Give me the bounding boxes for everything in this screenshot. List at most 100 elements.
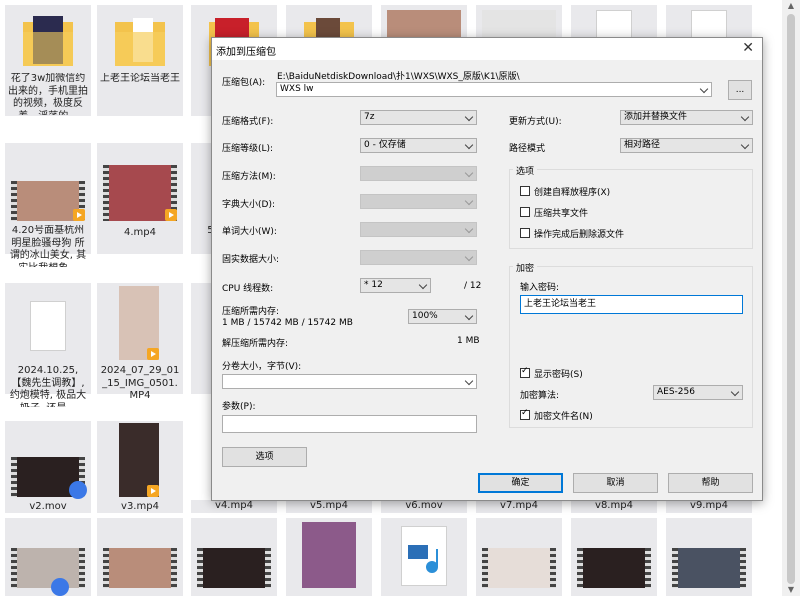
file-name: 4.mp4 <box>124 227 156 238</box>
file-tile[interactable] <box>476 518 562 596</box>
path-mode-label: 路径模式 <box>509 144 546 154</box>
mem-comp-label: 压缩所需内存: <box>222 307 280 317</box>
encryption-method-select[interactable]: AES-256 <box>653 385 743 400</box>
file-name: 2024.10.25, 【魏先生调教】, 约炮模特, 极品大奶子, 还是... <box>9 365 87 407</box>
file-name: 2024_07_29_01_15_IMG_0501.MP4 <box>100 365 180 401</box>
cpu-value: * 12 <box>364 280 383 290</box>
play-badge-icon <box>73 209 85 221</box>
chevron-down-icon <box>464 311 474 321</box>
split-label: 分卷大小，字节(V): <box>222 362 302 372</box>
params-label: 参数(P): <box>222 402 256 412</box>
file-tile[interactable]: 上老王论坛当老王 <box>97 5 183 116</box>
scroll-down-icon[interactable]: ▼ <box>782 584 800 596</box>
video-thumbnail <box>302 522 356 588</box>
browse-button[interactable]: ... <box>728 80 752 100</box>
file-tile[interactable] <box>286 518 372 596</box>
ok-button[interactable]: 确定 <box>478 473 563 493</box>
format-label: 压缩格式(F): <box>222 117 274 127</box>
file-name: 花了3w加微信约出来的，手机里拍的视频，极度反差，淫荡的... <box>8 73 88 115</box>
file-tile[interactable] <box>97 518 183 596</box>
file-tile[interactable]: v7.mp4 <box>476 500 562 513</box>
file-tile[interactable]: v3.mp4 <box>97 421 183 513</box>
cancel-button[interactable]: 取消 <box>573 473 658 493</box>
file-tile[interactable]: 4.20号面基杭州明星脸骚母狗 所谓的冰山美女, 其实比我想象... <box>5 143 91 267</box>
chevron-down-icon <box>464 112 474 122</box>
delete-after-checkbox[interactable] <box>520 228 530 238</box>
file-tile[interactable]: v8.mp4 <box>571 500 657 513</box>
method-select <box>360 166 477 181</box>
mem-percent-select[interactable]: 100% <box>408 309 477 324</box>
chevron-down-icon <box>464 168 474 178</box>
file-tile[interactable]: v2.mov <box>5 421 91 513</box>
method-label: 压缩方法(M): <box>222 172 276 182</box>
scrollbar-thumb[interactable] <box>787 14 795 584</box>
file-tile[interactable]: 4.mp4 <box>97 143 183 254</box>
file-tile[interactable] <box>666 518 752 596</box>
path-mode-select[interactable]: 相对路径 <box>620 138 753 153</box>
file-tile[interactable]: v5.mp4 <box>286 500 372 513</box>
password-input[interactable]: 上老王论坛当老王 <box>520 295 743 314</box>
shared-files-label: 压缩共享文件 <box>534 209 589 219</box>
file-tile[interactable]: 2024_07_29_01_15_IMG_0501.MP4 <box>97 283 183 401</box>
file-tile[interactable] <box>571 518 657 596</box>
chevron-down-icon <box>418 280 428 290</box>
encryption-method-value: AES-256 <box>657 387 695 397</box>
help-button[interactable]: 帮助 <box>668 473 753 493</box>
video-thumbnail <box>119 286 159 360</box>
format-select[interactable]: 7z <box>360 110 477 125</box>
scroll-up-icon[interactable]: ▲ <box>782 0 800 12</box>
file-name: v8.mp4 <box>595 500 633 511</box>
play-badge-icon <box>147 348 159 360</box>
chevron-down-icon <box>464 376 474 386</box>
chevron-down-icon <box>464 140 474 150</box>
file-tile[interactable]: v4.mp4 <box>191 500 277 513</box>
params-input[interactable] <box>222 415 477 433</box>
options-button[interactable]: 选项 <box>222 447 307 467</box>
shared-files-checkbox[interactable] <box>520 207 530 217</box>
file-tile[interactable]: v9.mp4 <box>666 500 752 513</box>
dialog-titlebar[interactable]: 添加到压缩包 ✕ <box>212 38 762 60</box>
file-name: v7.mp4 <box>500 500 538 511</box>
dict-select <box>360 194 477 209</box>
file-name: v2.mov <box>29 501 67 512</box>
solid-select <box>360 250 477 265</box>
play-badge-icon <box>147 485 159 497</box>
show-password-checkbox[interactable] <box>520 366 530 378</box>
file-tile[interactable] <box>381 518 467 596</box>
file-tile[interactable] <box>191 518 277 596</box>
chevron-down-icon <box>740 112 750 122</box>
chevron-down-icon <box>464 224 474 234</box>
update-label: 更新方式(U): <box>509 117 562 127</box>
password-label: 输入密码: <box>520 283 560 293</box>
file-tile[interactable]: 2024.10.25, 【魏先生调教】, 约炮模特, 极品大奶子, 还是... <box>5 283 91 407</box>
update-value: 添加并替换文件 <box>624 112 688 122</box>
split-combo[interactable] <box>222 374 477 389</box>
format-value: 7z <box>364 112 375 122</box>
file-tile[interactable]: 花了3w加微信约出来的，手机里拍的视频，极度反差，淫荡的... <box>5 5 91 116</box>
cpu-select[interactable]: * 12 <box>360 278 431 293</box>
level-select[interactable]: 0 - 仅存储 <box>360 138 477 153</box>
chevron-down-icon <box>740 140 750 150</box>
archive-name-combo[interactable]: WXS lw <box>276 82 712 97</box>
vertical-scrollbar[interactable]: ▲ ▼ <box>782 0 800 596</box>
file-name: v6.mov <box>405 500 443 511</box>
file-name: 上老王论坛当老王 <box>100 73 180 84</box>
mem-decomp-label: 解压缩所需内存: <box>222 339 289 349</box>
sfx-checkbox[interactable] <box>520 186 530 196</box>
sync-icon <box>51 578 69 596</box>
word-select <box>360 222 477 237</box>
file-tile[interactable] <box>5 518 91 596</box>
video-thumbnail <box>103 165 177 221</box>
update-select[interactable]: 添加并替换文件 <box>620 110 753 125</box>
folder-icon <box>103 10 177 70</box>
chevron-down-icon <box>464 196 474 206</box>
mem-comp-value: 1 MB / 15742 MB / 15742 MB <box>222 318 353 328</box>
options-group: 选项 创建自释放程序(X) 压缩共享文件 操作完成后删除源文件 <box>509 164 753 249</box>
solid-label: 固实数据大小: <box>222 255 280 265</box>
file-tile[interactable]: v6.mov <box>381 500 467 513</box>
video-thumbnail <box>11 548 85 588</box>
archive-label: 压缩包(A): <box>222 78 266 88</box>
close-icon[interactable]: ✕ <box>742 41 754 55</box>
chevron-down-icon <box>730 387 740 397</box>
encrypt-names-checkbox[interactable] <box>520 408 530 420</box>
